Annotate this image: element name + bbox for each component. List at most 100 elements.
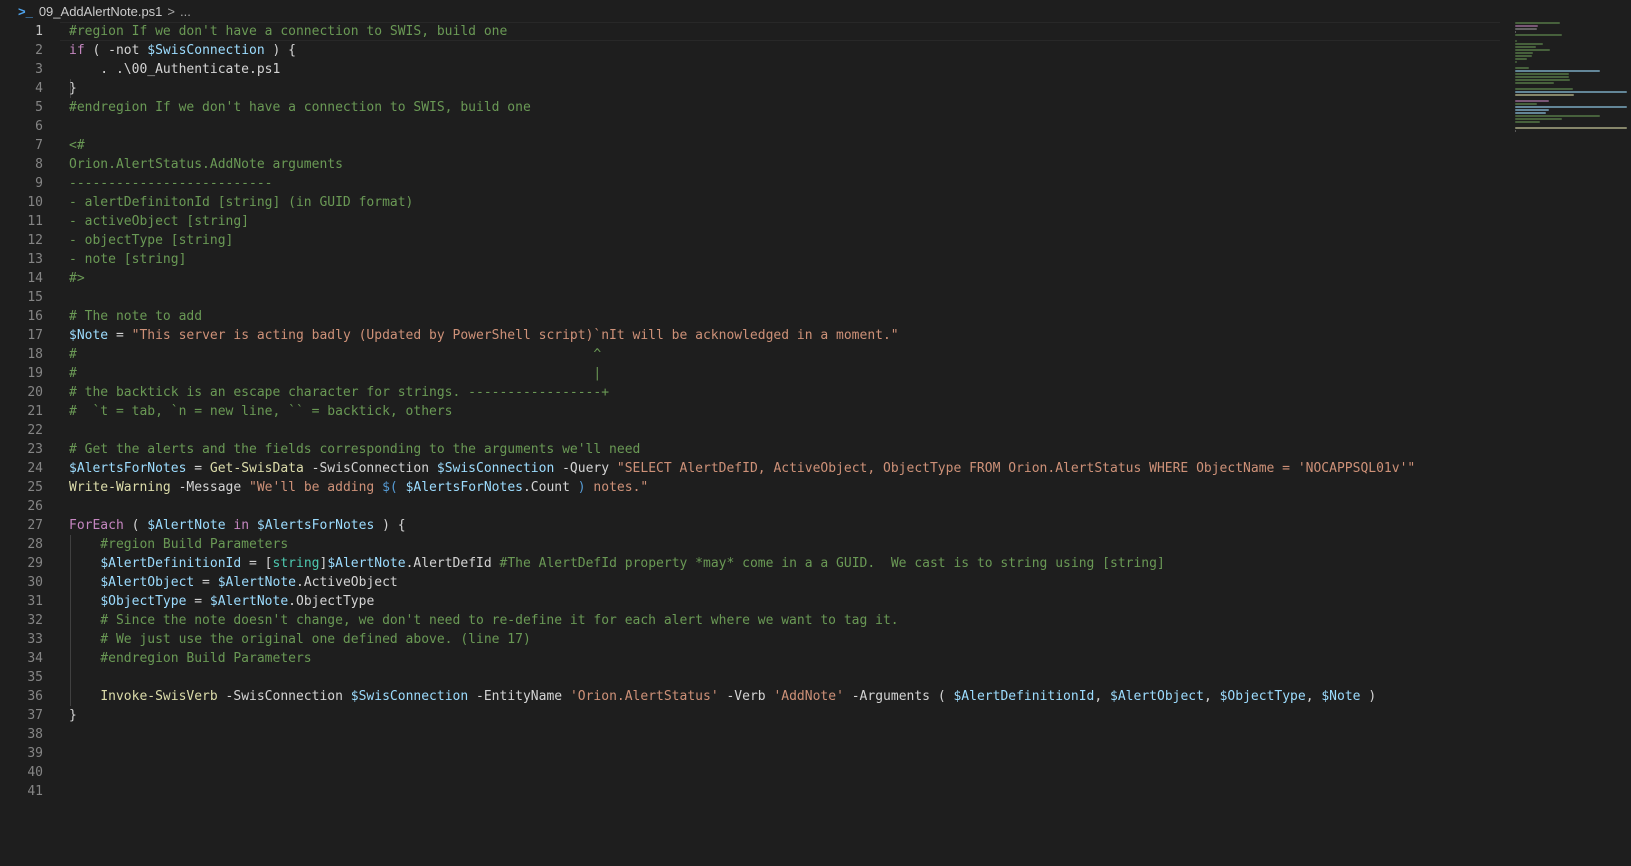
code-text[interactable]: - objectType [string] [69, 231, 233, 250]
code-line[interactable]: 24 $AlertsForNotes = Get-SwisData -SwisCo… [0, 459, 1500, 478]
code-line[interactable]: 8 Orion.AlertStatus.AddNote arguments [0, 155, 1500, 174]
code-text[interactable]: #> [69, 269, 85, 288]
code-text[interactable]: # Since the note doesn't change, we don'… [69, 611, 898, 630]
minimap-line [1515, 31, 1516, 33]
code-line[interactable]: 11 - activeObject [string] [0, 212, 1500, 231]
code-token: = [186, 461, 210, 476]
code-line[interactable]: 32 # Since the note doesn't change, we d… [0, 611, 1500, 630]
code-text[interactable]: # We just use the original one defined a… [69, 630, 530, 649]
code-line[interactable]: 20 # the backtick is an escape character … [0, 383, 1500, 402]
line-number: 1 [35, 24, 43, 39]
code-text[interactable]: - activeObject [string] [69, 212, 249, 231]
code-line[interactable]: 27 ForEach ( $AlertNote in $AlertsForNote… [0, 516, 1500, 535]
code-line[interactable]: 4} [0, 79, 1500, 98]
code-line[interactable]: 6 [0, 117, 1500, 136]
code-line[interactable]: 1 #region If we don't have a connection t… [0, 22, 1500, 41]
code-text[interactable]: $ObjectType = $AlertNote.ObjectType [69, 592, 374, 611]
code-line[interactable]: 38 [0, 725, 1500, 744]
code-line[interactable]: 15 [0, 288, 1500, 307]
code-token: $( [382, 480, 406, 495]
line-number: 11 [27, 214, 43, 229]
code-text[interactable]: - alertDefinitonId [string] (in GUID for… [69, 193, 413, 212]
code-text[interactable]: ForEach ( $AlertNote in $AlertsForNotes … [69, 516, 406, 535]
code-line[interactable]: 2 if ( -not $SwisConnection ) { [0, 41, 1500, 60]
code-text[interactable]: if ( -not $SwisConnection ) { [69, 41, 296, 60]
code-line[interactable]: 31 $ObjectType = $AlertNote.ObjectType [0, 592, 1500, 611]
code-line[interactable]: 13 - note [string] [0, 250, 1500, 269]
line-number: 38 [27, 727, 43, 742]
code-token: $AlertsForNotes [256, 518, 375, 533]
code-line[interactable]: 33 # We just use the original one define… [0, 630, 1500, 649]
code-line[interactable]: 9 -------------------------- [0, 174, 1500, 193]
code-line[interactable]: 21 # `t = tab, `n = new line, `` = backti… [0, 402, 1500, 421]
code-line[interactable]: 16 # The note to add [0, 307, 1500, 326]
code-text[interactable]: } [69, 79, 77, 98]
code-editor[interactable]: 1 #region If we don't have a connection t… [0, 22, 1500, 801]
code-text[interactable]: $AlertObject = $AlertNote.ActiveObject [69, 573, 397, 592]
code-token: - note [string] [69, 252, 187, 267]
code-token: in [225, 518, 257, 533]
code-text[interactable]: $AlertDefinitionId = [string]$AlertNote.… [69, 554, 1164, 573]
code-token: "SELECT AlertDefID, ActiveObject, Object… [616, 461, 1416, 476]
code-line[interactable]: 23 # Get the alerts and the fields corres… [0, 440, 1500, 459]
code-line[interactable]: 29 $AlertDefinitionId = [string]$AlertNo… [0, 554, 1500, 573]
code-line[interactable]: 35 [0, 668, 1500, 687]
code-text[interactable]: # `t = tab, `n = new line, `` = backtick… [69, 402, 453, 421]
code-line[interactable]: 5 #endregion If we don't have a connectio… [0, 98, 1500, 117]
minimap[interactable] [1515, 22, 1631, 132]
minimap-line [1515, 61, 1517, 63]
code-text[interactable]: # The note to add [69, 307, 202, 326]
code-token: $AlertDefinitionId [953, 689, 1095, 704]
code-text[interactable]: #region If we don't have a connection to… [69, 22, 507, 41]
code-token: $AlertNote [209, 594, 289, 609]
line-number: 31 [27, 594, 43, 609]
code-line[interactable]: 17 $Note = "This server is acting badly (… [0, 326, 1500, 345]
code-line[interactable]: 34 #endregion Build Parameters [0, 649, 1500, 668]
code-text[interactable]: <# [69, 136, 85, 155]
code-text[interactable]: - note [string] [69, 250, 186, 269]
code-line[interactable]: 26 [0, 497, 1500, 516]
code-line[interactable]: 28 #region Build Parameters [0, 535, 1500, 554]
code-line[interactable]: 12 - objectType [string] [0, 231, 1500, 250]
code-text[interactable]: #endregion Build Parameters [69, 649, 311, 668]
code-text[interactable]: #endregion If we don't have a connection… [69, 98, 531, 117]
code-text[interactable]: $AlertsForNotes = Get-SwisData -SwisConn… [69, 459, 1415, 478]
code-line[interactable]: 19 # | [0, 364, 1500, 383]
minimap-line [1515, 88, 1573, 90]
code-text[interactable]: . .\00_Authenticate.ps1 [69, 60, 280, 79]
code-line[interactable]: 39 [0, 744, 1500, 763]
code-line[interactable]: 22 [0, 421, 1500, 440]
code-line[interactable]: 30 $AlertObject = $AlertNote.ActiveObjec… [0, 573, 1500, 592]
code-text[interactable]: Orion.AlertStatus.AddNote arguments [69, 155, 343, 174]
code-text[interactable]: # | [69, 364, 601, 383]
line-number: 29 [27, 556, 43, 571]
minimap-line [1515, 130, 1516, 132]
code-text[interactable]: Invoke-SwisVerb -SwisConnection $SwisCon… [69, 687, 1376, 706]
code-line[interactable]: 40 [0, 763, 1500, 782]
code-text[interactable]: # the backtick is an escape character fo… [69, 383, 609, 402]
code-line[interactable]: 7 <# [0, 136, 1500, 155]
code-line[interactable]: 10 - alertDefinitonId [string] (in GUID f… [0, 193, 1500, 212]
code-line[interactable]: 18 # ^ [0, 345, 1500, 364]
code-line[interactable]: 37} [0, 706, 1500, 725]
code-text[interactable]: $Note = "This server is acting badly (Up… [69, 326, 899, 345]
code-text[interactable]: # Get the alerts and the fields correspo… [69, 440, 640, 459]
code-line[interactable]: 14 #> [0, 269, 1500, 288]
code-line[interactable]: 41 [0, 782, 1500, 801]
code-line[interactable]: 36 Invoke-SwisVerb -SwisConnection $Swis… [0, 687, 1500, 706]
code-text[interactable]: #region Build Parameters [69, 535, 288, 554]
breadcrumb-more[interactable]: ... [180, 4, 191, 19]
code-token: ( -not [84, 43, 148, 58]
code-line[interactable]: 3 . .\00_Authenticate.ps1 [0, 60, 1500, 79]
breadcrumb-file[interactable]: 09_AddAlertNote.ps1 [39, 4, 163, 19]
minimap-line [1515, 58, 1527, 60]
code-text[interactable]: -------------------------- [69, 174, 273, 193]
code-token: $AlertDefinitionId [100, 556, 242, 571]
code-text[interactable]: Write-Warning -Message "We'll be adding … [69, 478, 648, 497]
code-line[interactable]: 25 Write-Warning -Message "We'll be addin… [0, 478, 1500, 497]
code-text[interactable]: } [69, 706, 77, 725]
code-token: #region Build Parameters [69, 537, 289, 552]
code-text[interactable]: # ^ [69, 345, 601, 364]
